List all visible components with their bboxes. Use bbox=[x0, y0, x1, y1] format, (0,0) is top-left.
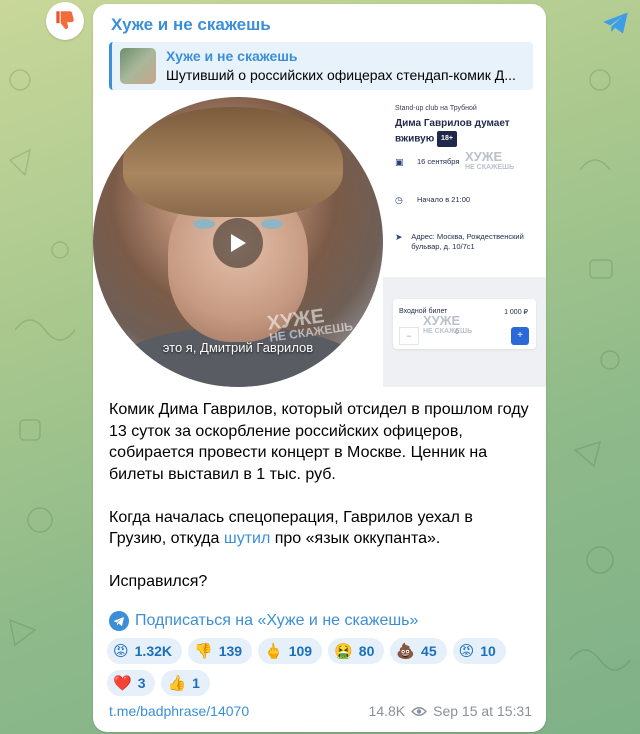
ticket-plus: + bbox=[511, 327, 529, 345]
reaction-poop[interactable]: 💩 45 bbox=[390, 638, 447, 664]
poster-title: Дима Гаврилов думает вживую 18+ bbox=[395, 117, 535, 147]
event-poster: Stand-up club на Трубной Дима Гаврилов д… bbox=[383, 97, 546, 277]
reply-text: Шутивший о российских офицерах стендап-к… bbox=[166, 67, 516, 83]
poster-time-row: ◷ Начало в 21:00 bbox=[395, 195, 471, 205]
ticket-area: Входной билет 1 000 ₽ − 0 + ХУЖЕ НЕ СКАЖЕ… bbox=[383, 277, 546, 387]
message-card: Хуже и не скажешь Хуже и не скажешь Шути… bbox=[93, 4, 546, 732]
reactions-bar: 😡 1.32K 👎 139 🖕 109 🤮 80 💩 45 😡 10 ❤️ 3 👍 1 bbox=[107, 638, 537, 696]
reaction-middle-finger[interactable]: 🖕 109 bbox=[258, 638, 323, 664]
post-paragraph-2: Когда началась спецоперация, Гаврилов уе… bbox=[109, 508, 473, 548]
reaction-rage[interactable]: 😡 10 bbox=[452, 638, 506, 664]
location-icon: ➤ bbox=[395, 232, 403, 242]
subscribe-link[interactable]: Подписаться на «Хуже и не скажешь» bbox=[109, 611, 418, 631]
reaction-angry[interactable]: 😡 1.32K bbox=[107, 638, 182, 664]
poster-date-row: ▣ 16 сентября bbox=[395, 157, 460, 167]
play-button[interactable] bbox=[213, 218, 263, 268]
age-badge: 18+ bbox=[437, 131, 457, 147]
ticket-watermark: ХУЖЕ НЕ СКАЖЕШЬ bbox=[423, 313, 473, 335]
post-text: Комик Дима Гаврилов, который отсидел в п… bbox=[109, 399, 529, 614]
inline-link[interactable]: шутил bbox=[224, 530, 270, 547]
video-caption: это я, Дмитрий Гаврилов bbox=[162, 340, 314, 355]
post-paragraph-1: Комик Дима Гаврилов, который отсидел в п… bbox=[109, 401, 529, 483]
round-video[interactable]: ХУЖЕ НЕ СКАЖЕШЬ это я, Дмитрий Гаврилов bbox=[93, 97, 383, 387]
post-meta: 14.8K Sep 15 at 15:31 bbox=[369, 703, 532, 719]
telegram-plane-icon[interactable] bbox=[602, 10, 630, 36]
poster-address-row: ➤ Адрес: Москва, Рождественский бульвар,… bbox=[395, 232, 524, 251]
poster-watermark: ХУЖЕ НЕ СКАЖЕШЬ bbox=[465, 149, 515, 171]
poster-club: Stand-up club на Трубной bbox=[395, 105, 477, 112]
video-hair bbox=[123, 107, 343, 217]
ticket-price: 1 000 ₽ bbox=[504, 309, 528, 316]
media-block: ХУЖЕ НЕ СКАЖЕШЬ это я, Дмитрий Гаврилов S… bbox=[93, 97, 546, 387]
channel-avatar[interactable] bbox=[46, 2, 84, 40]
reply-thumbnail bbox=[120, 48, 156, 84]
video-eye-left bbox=[193, 219, 215, 229]
video-eye-right bbox=[261, 219, 283, 229]
timestamp: Sep 15 at 15:31 bbox=[433, 703, 532, 719]
video-watermark: ХУЖЕ НЕ СКАЖЕШЬ bbox=[265, 305, 354, 345]
reply-title: Хуже и не скажешь bbox=[166, 48, 298, 64]
post-paragraph-3: Исправился? bbox=[109, 573, 208, 590]
thumbs-down-avatar-icon bbox=[56, 11, 74, 30]
play-icon bbox=[231, 234, 246, 252]
telegram-icon bbox=[109, 611, 129, 631]
post-link[interactable]: t.me/badphrase/14070 bbox=[109, 703, 249, 719]
eye-icon bbox=[411, 706, 428, 716]
reaction-thumbs-down[interactable]: 👎 139 bbox=[188, 638, 253, 664]
reaction-vomit[interactable]: 🤮 80 bbox=[328, 638, 385, 664]
ticket-minus: − bbox=[399, 327, 419, 345]
channel-name[interactable]: Хуже и не скажешь bbox=[111, 15, 271, 35]
reply-preview[interactable]: Хуже и не скажешь Шутивший о российских … bbox=[109, 42, 533, 90]
reaction-heart[interactable]: ❤️ 3 bbox=[107, 670, 156, 696]
reaction-thumbs-up[interactable]: 👍 1 bbox=[161, 670, 210, 696]
clock-icon: ◷ bbox=[395, 195, 403, 205]
calendar-icon: ▣ bbox=[395, 157, 404, 167]
view-count: 14.8K bbox=[368, 703, 406, 719]
